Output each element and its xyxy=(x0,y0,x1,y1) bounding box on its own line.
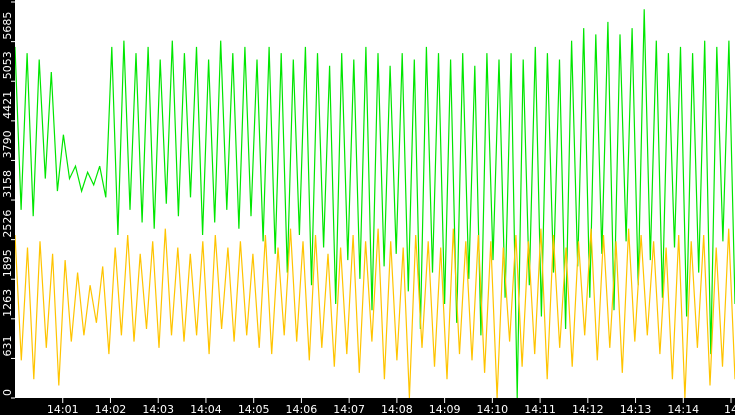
series-yellow-line xyxy=(14,228,735,399)
chart: 0631126318952526315837904421505356856317… xyxy=(0,0,735,415)
x-tick-label: 14:05 xyxy=(238,403,270,415)
x-tick-label: 14:11 xyxy=(524,403,556,415)
y-tick-label: 3790 xyxy=(1,130,14,158)
x-tick-label: 14:08 xyxy=(381,403,413,415)
x-tick-label: 14:07 xyxy=(333,403,365,415)
y-tick-label: 5053 xyxy=(1,51,14,79)
y-tick-label: 4421 xyxy=(1,91,14,119)
x-tick-label: 14:06 xyxy=(286,403,318,415)
x-tick-label: 14:01 xyxy=(47,403,79,415)
y-tick-label: 5685 xyxy=(1,12,14,40)
x-tick-label: 14:10 xyxy=(476,403,508,415)
x-tick-label: 14:14 xyxy=(667,403,699,415)
y-tick-label: 2526 xyxy=(1,210,14,238)
x-tick-label: 14:03 xyxy=(142,403,174,415)
line-chart: 0631126318952526315837904421505356856317… xyxy=(0,0,735,415)
y-tick-label: 1263 xyxy=(1,289,14,317)
series-green-line xyxy=(14,9,735,399)
x-tick-label: 14:09 xyxy=(429,403,461,415)
x-tick-label: 14:02 xyxy=(95,403,127,415)
y-tick-label: 1895 xyxy=(1,249,14,277)
y-tick-label: 3158 xyxy=(1,170,14,198)
x-tick-label: 14:13 xyxy=(620,403,652,415)
y-tick-label: 631 xyxy=(1,335,14,356)
x-tick-label: 14:04 xyxy=(190,403,222,415)
y-tick-label: 0 xyxy=(1,389,14,396)
x-tick-label: 14 xyxy=(724,403,735,415)
plot-area xyxy=(14,9,735,399)
y-axis: 0631126318952526315837904421505356856317 xyxy=(1,1,15,399)
x-tick-label: 14:12 xyxy=(572,403,604,415)
